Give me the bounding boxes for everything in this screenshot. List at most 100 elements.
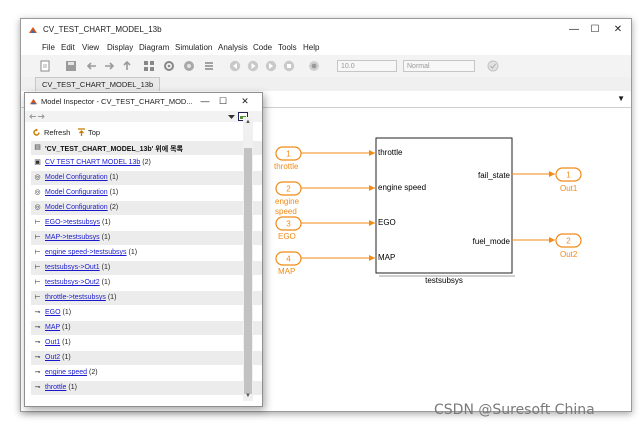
item-link[interactable]: EGO->testsubsys	[45, 219, 100, 226]
menu-analysis[interactable]: Analysis	[218, 43, 248, 52]
inport-engine-speed[interactable]: 2	[275, 181, 302, 196]
chevron-down-icon[interactable]: ▼	[617, 94, 625, 103]
refresh-button[interactable]: Refresh	[44, 128, 70, 137]
inspector-minimize-button[interactable]: —	[196, 94, 214, 109]
item-link[interactable]: throttle	[45, 384, 66, 391]
dropdown-chevron-icon[interactable]	[227, 112, 236, 121]
scroll-down-icon[interactable]: ▼	[243, 391, 253, 401]
list-item[interactable]: ⊸ MAP (1)	[31, 321, 262, 335]
library-browser-icon[interactable]	[143, 60, 155, 72]
model-tab-strip: CV_TEST_CHART_MODEL_13b	[21, 77, 631, 92]
minimize-button[interactable]: —	[563, 21, 585, 38]
list-menu-icon[interactable]	[203, 60, 215, 72]
menu-view[interactable]: View	[82, 43, 99, 52]
list-item[interactable]: ⊢ EGO->testsubsys (1)	[31, 216, 262, 230]
port-icon: ⊸	[34, 369, 41, 376]
save-icon[interactable]	[65, 60, 77, 72]
item-link[interactable]: Model Configuration	[45, 204, 108, 211]
list-item[interactable]: ⊸ engine speed (2)	[31, 366, 262, 380]
list-item-text: Model Configuration (1)	[45, 174, 118, 181]
list-item[interactable]: ▣ CV TEST CHART MODEL 13b (2)	[31, 156, 262, 170]
stop-icon[interactable]	[283, 60, 295, 72]
tab-model[interactable]: CV_TEST_CHART_MODEL_13b	[35, 77, 161, 92]
menu-file[interactable]: File	[42, 43, 55, 52]
record-icon[interactable]	[308, 60, 320, 72]
menu-tools[interactable]: Tools	[278, 43, 297, 52]
nav-arrows-icon[interactable]	[29, 112, 49, 121]
menu-help[interactable]: Help	[303, 43, 319, 52]
step-back-icon[interactable]	[229, 60, 241, 72]
outport-out2[interactable]: 2	[555, 233, 582, 248]
item-link[interactable]: engine speed	[45, 369, 87, 376]
inspector-scrollbar[interactable]: ▲ ▼	[243, 117, 253, 401]
list-item[interactable]: ⊸ Out1 (1)	[31, 336, 262, 350]
model-advisor-icon[interactable]	[487, 60, 499, 72]
list-item[interactable]: ◎ Model Configuration (1)	[31, 186, 262, 200]
list-item[interactable]: ◎ Model Configuration (2)	[31, 201, 262, 215]
inspector-close-button[interactable]: ✕	[236, 94, 254, 109]
menu-diagram[interactable]: Diagram	[139, 43, 169, 52]
maximize-button[interactable]: ☐	[584, 21, 606, 38]
top-button[interactable]: Top	[88, 128, 100, 137]
inport-map[interactable]: 4	[275, 251, 302, 266]
outport-out1[interactable]: 1	[555, 167, 582, 182]
item-link[interactable]: MAP	[45, 324, 60, 331]
list-item[interactable]: ◎ Model Configuration (1)	[31, 171, 262, 185]
run-icon[interactable]	[247, 60, 259, 72]
list-item[interactable]: ⊢ testsubsys->Out2 (1)	[31, 276, 262, 290]
inspector-maximize-button[interactable]: ☐	[214, 94, 232, 109]
list-item[interactable]: ▤ 'CV_TEST_CHART_MODEL_13b' 위에 목록	[31, 141, 262, 155]
item-link[interactable]: throttle->testsubsys	[45, 294, 106, 301]
list-item[interactable]: ⊢ throttle->testsubsys (1)	[31, 291, 262, 305]
list-item[interactable]: ⊸ throttle (1)	[31, 381, 262, 395]
list-item[interactable]: ⊸ EGO (1)	[31, 306, 262, 320]
forward-arrow-icon[interactable]	[103, 60, 115, 72]
up-arrow-icon[interactable]	[121, 60, 133, 72]
list-item-text: testsubsys->Out1 (1)	[45, 264, 110, 271]
subsys-name: testsubsys	[425, 276, 463, 285]
model-settings-gear-icon[interactable]	[163, 60, 175, 72]
new-model-icon[interactable]	[39, 60, 51, 72]
model-explorer-icon[interactable]	[183, 60, 195, 72]
list-item[interactable]: ⊸ Out2 (1)	[31, 351, 262, 365]
top-icon[interactable]	[77, 128, 86, 137]
scroll-up-icon[interactable]: ▲	[243, 117, 253, 127]
outport-number: 1	[566, 171, 571, 180]
inspector-titlebar: Model Inspector - CV_TEST_CHART_MOD... —…	[25, 93, 262, 110]
item-link[interactable]: MAP->testsubsys	[45, 234, 100, 241]
item-link[interactable]: Out1	[45, 339, 60, 346]
list-item[interactable]: ⊢ testsubsys->Out1 (1)	[31, 261, 262, 275]
item-link[interactable]: Out2	[45, 354, 60, 361]
item-count: (1)	[68, 384, 77, 391]
step-forward-icon[interactable]	[265, 60, 277, 72]
stop-time-field[interactable]: 10.0	[337, 60, 397, 72]
item-link[interactable]: engine speed->testsubsys	[45, 249, 127, 256]
item-link[interactable]: testsubsys->Out1	[45, 264, 100, 271]
item-link[interactable]: Model Configuration	[45, 174, 108, 181]
item-link[interactable]: EGO	[45, 309, 61, 316]
model-inspector-window: Model Inspector - CV_TEST_CHART_MOD... —…	[24, 92, 263, 407]
item-link[interactable]: CV TEST CHART MODEL 13b	[45, 159, 140, 166]
back-arrow-icon[interactable]	[86, 60, 98, 72]
list-item[interactable]: ⊢ engine speed->testsubsys (1)	[31, 246, 262, 260]
menu-edit[interactable]: Edit	[61, 43, 75, 52]
close-button[interactable]: ✕	[607, 21, 629, 38]
list-item[interactable]: ⊢ MAP->testsubsys (1)	[31, 231, 262, 245]
item-label: 'CV_TEST_CHART_MODEL_13b' 위에 목록	[45, 146, 183, 153]
menu-code[interactable]: Code	[253, 43, 272, 52]
scrollbar-thumb[interactable]	[244, 148, 252, 394]
item-link[interactable]: Model Configuration	[45, 189, 108, 196]
folder-icon: ▤	[34, 144, 41, 151]
item-link[interactable]: testsubsys->Out2	[45, 279, 100, 286]
inport-throttle[interactable]: 1	[275, 146, 302, 161]
config-icon: ◎	[34, 174, 41, 181]
menu-display[interactable]: Display	[107, 43, 133, 52]
list-item-text: EGO->testsubsys (1)	[45, 219, 111, 226]
refresh-icon[interactable]	[32, 128, 41, 137]
list-item-text: CV TEST CHART MODEL 13b (2)	[45, 159, 151, 166]
testsubsys-block[interactable]	[375, 137, 513, 274]
item-count: (2)	[142, 159, 151, 166]
menu-simulation[interactable]: Simulation	[175, 43, 212, 52]
simulation-mode-select[interactable]: Normal	[403, 60, 475, 72]
inport-ego[interactable]: 3	[275, 216, 302, 231]
